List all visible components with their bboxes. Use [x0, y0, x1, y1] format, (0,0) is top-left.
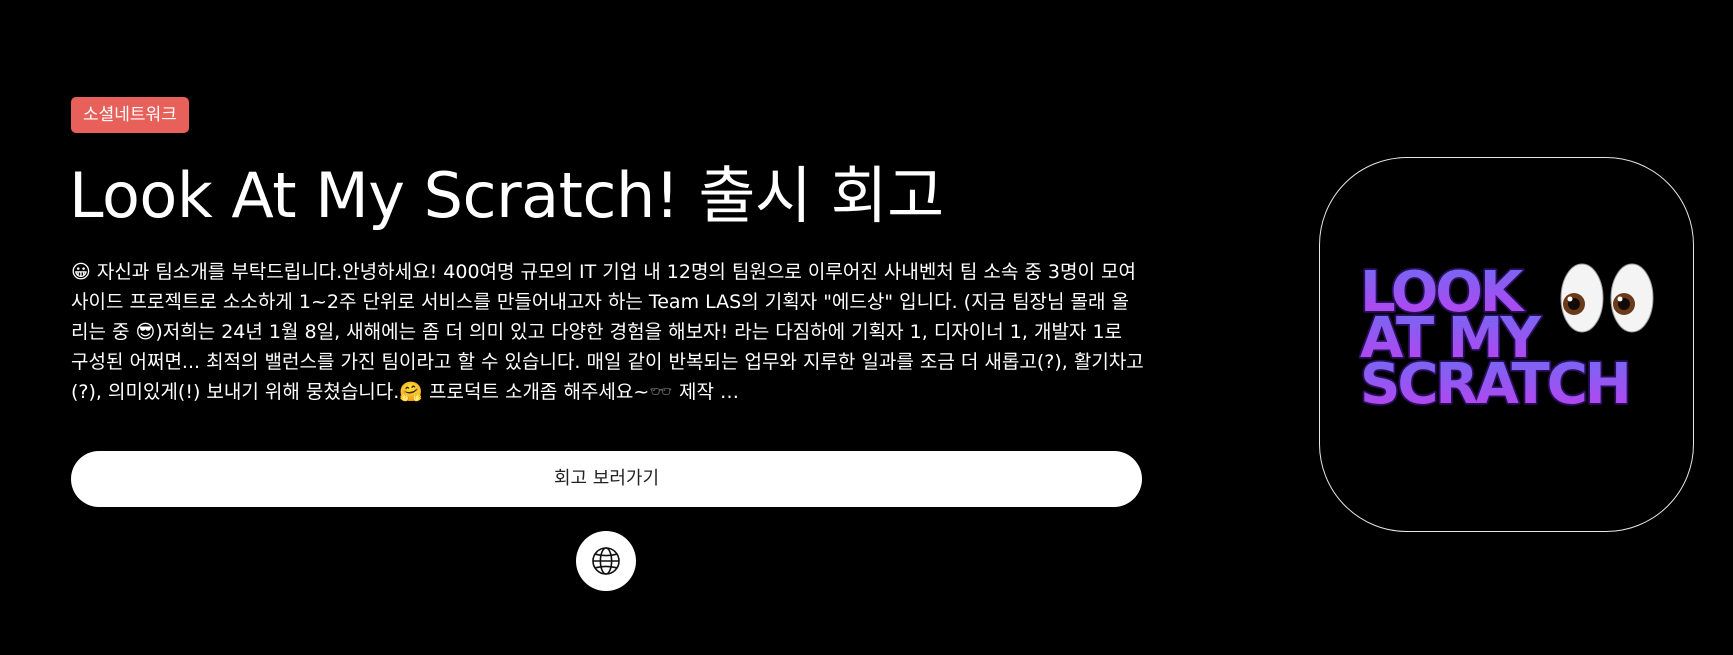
page-title: Look At My Scratch! 출시 회고	[69, 159, 944, 232]
view-retrospective-button[interactable]: 회고 보러가기	[71, 451, 1142, 507]
app-icon-image: LOOK AT MY SCRATCH	[1319, 157, 1694, 532]
retrospective-hero: 소셜네트워크 Look At My Scratch! 출시 회고 😀 자신과 팀…	[0, 0, 1733, 655]
globe-icon	[591, 546, 621, 576]
eyes-emoji	[1560, 263, 1654, 333]
category-badge: 소셜네트워크	[71, 97, 189, 133]
website-link-button[interactable]	[576, 531, 636, 591]
logo-text-line: SCRATCH	[1360, 352, 1629, 417]
description-text: 😀 자신과 팀소개를 부탁드립니다.안녕하세요! 400여명 규모의 IT 기업…	[71, 261, 1144, 403]
